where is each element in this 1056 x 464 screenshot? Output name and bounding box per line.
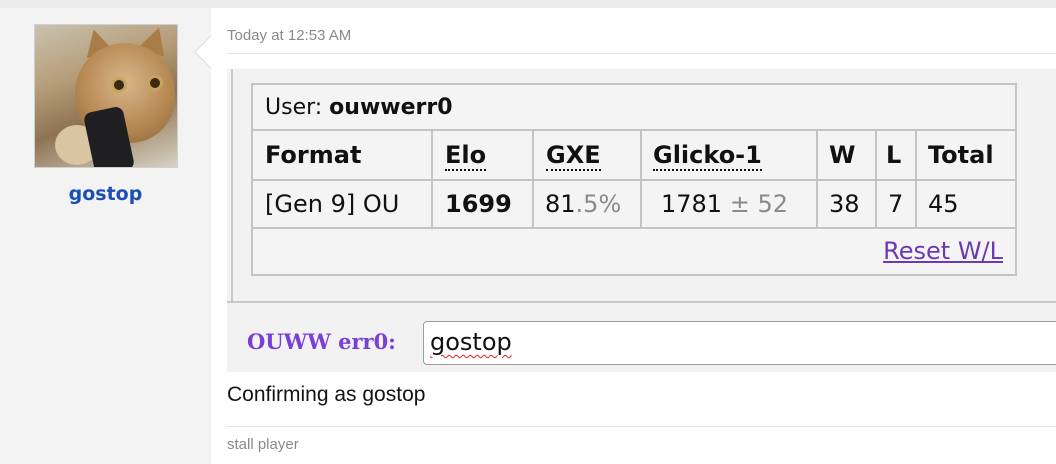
chat-row: OUWW err0: gostop	[227, 301, 1056, 372]
cell-format: [Gen 9] OU	[265, 190, 400, 218]
header-losses: L	[886, 141, 902, 169]
chat-input[interactable]: gostop	[423, 321, 1056, 365]
cell-wins: 38	[829, 190, 860, 218]
stats-user-row: User: ouwwerr0	[253, 85, 1015, 131]
divider	[253, 179, 1015, 181]
gxe-fraction: .5%	[575, 190, 622, 218]
divider	[227, 53, 1056, 54]
post-timestamp[interactable]: Today at 12:53 AM	[227, 27, 351, 44]
cell-elo: 1699	[445, 190, 512, 218]
header-wins: W	[829, 141, 856, 169]
post-signature: stall player	[227, 436, 299, 453]
cell-glicko: 1781 ± 52	[661, 190, 788, 218]
ladder-stats-table: User: ouwwerr0 Format Elo GXE Glicko-1 W…	[251, 83, 1017, 276]
post-author[interactable]: gostop	[0, 183, 211, 205]
header-format: Format	[265, 141, 362, 169]
divider	[253, 227, 1015, 229]
post-body-text: Confirming as gostop	[227, 383, 426, 406]
top-strip	[0, 0, 1056, 8]
gxe-main: 81	[545, 190, 576, 218]
glicko-deviation: ± 52	[729, 190, 788, 218]
cat-eye	[147, 75, 163, 91]
stats-username: ouwwerr0	[329, 95, 453, 120]
avatar[interactable]	[34, 24, 178, 168]
embedded-screenshot[interactable]: User: ouwwerr0 Format Elo GXE Glicko-1 W…	[227, 69, 1056, 372]
header-gxe: GXE	[546, 141, 601, 171]
signature-divider	[227, 426, 1056, 427]
header-total: Total	[928, 141, 994, 169]
header-glicko: Glicko-1	[653, 141, 762, 171]
message-body: Today at 12:53 AM User: ouwwerr0 Format …	[211, 8, 1056, 464]
cell-losses: 7	[888, 190, 904, 218]
user-label: User:	[265, 95, 323, 120]
chat-username-label[interactable]: OUWW err0:	[247, 329, 396, 354]
header-elo: Elo	[445, 141, 487, 171]
cell-total: 45	[928, 190, 959, 218]
reset-wl-link[interactable]: Reset W/L	[883, 237, 1003, 265]
glicko-rating: 1781	[661, 190, 723, 218]
cell-gxe: 81.5%	[545, 190, 621, 218]
cat-eye	[111, 77, 127, 93]
chat-input-value: gostop	[430, 328, 512, 356]
